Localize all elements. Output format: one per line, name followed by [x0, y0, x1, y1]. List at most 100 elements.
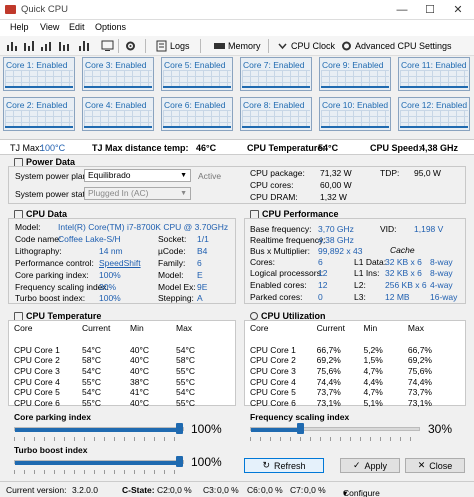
speedshift-link[interactable]: SpeedShift: [99, 258, 141, 268]
c3-value: 0,0 %: [217, 485, 239, 495]
column-header: Min: [363, 323, 378, 334]
c7-value: 0,0 %: [304, 485, 326, 495]
menu-help[interactable]: Help: [10, 22, 29, 32]
turbo-boost-slider[interactable]: [176, 456, 183, 467]
core-graph[interactable]: Core 1: Enabled: [3, 57, 75, 91]
core-label: Core 12: Enabled: [401, 100, 468, 110]
l1-ins-way: 8-way: [430, 268, 453, 278]
column-header: Max: [176, 323, 193, 334]
column-header: Max: [407, 323, 424, 334]
l1-ins-value: 32 KB x 6: [385, 268, 422, 278]
core-graph[interactable]: Core 11: Enabled: [398, 57, 470, 91]
utilization-table: Core Current Min Max CPU Core 1 66,7% 5,2%…: [250, 323, 432, 409]
memory-button[interactable]: Memory: [213, 39, 261, 53]
l1-data-way: 8-way: [430, 257, 453, 267]
frequency-scaling-slider[interactable]: [297, 423, 304, 434]
core-label: Core 8: Enabled: [243, 100, 305, 110]
turbo-boost-slider-label: Turbo boost index: [14, 445, 88, 455]
core-graph[interactable]: Core 5: Enabled: [161, 57, 233, 91]
apply-button[interactable]: ✓ Apply: [340, 458, 400, 473]
frequency-scaling-fill: [251, 428, 300, 432]
core-label: Core 10: Enabled: [322, 100, 389, 110]
memory-icon: [214, 43, 225, 49]
table-row[interactable]: CPU Core 4 55°C 38°C 55°C: [14, 376, 196, 387]
menu-edit[interactable]: Edit: [69, 22, 85, 32]
refresh-icon: ↻: [262, 460, 271, 470]
cpu-temperature-value: 54°C: [318, 143, 339, 153]
chart-icon-5[interactable]: [78, 39, 91, 53]
cores-label: Cores:: [250, 257, 276, 267]
gear-icon[interactable]: [124, 39, 137, 53]
core-graph[interactable]: Core 2: Enabled: [3, 97, 75, 131]
screen-icon[interactable]: [101, 39, 114, 53]
logs-button[interactable]: Logs: [155, 39, 190, 53]
core-label: Core 4: Enabled: [85, 100, 147, 110]
core-parking-ticks: [14, 437, 184, 441]
chart-icon-3[interactable]: [40, 39, 53, 53]
core-parking-fill: [15, 428, 179, 432]
core-graph[interactable]: Core 4: Enabled: [82, 97, 154, 131]
table-row[interactable]: CPU Core 3 54°C 40°C 55°C: [14, 366, 196, 377]
table-row[interactable]: CPU Core 5 54°C 41°C 54°C: [14, 387, 196, 398]
cpu-package-label: CPU package:: [250, 168, 305, 178]
vid-label: VID:: [380, 224, 397, 234]
core-parking-slider[interactable]: [176, 423, 183, 434]
chart-icon-4[interactable]: [58, 39, 71, 53]
power-plan-state: Active: [198, 171, 222, 181]
core-parking-slider-label: Core parking index: [14, 412, 91, 422]
advanced-cpu-settings-button[interactable]: Advanced CPU Settings: [340, 39, 452, 53]
c2-label: C2:: [157, 485, 171, 495]
table-row[interactable]: CPU Core 3 75,6% 4,7% 75,6%: [250, 366, 432, 377]
cpu-dram-value: 1,32 W: [320, 192, 347, 202]
l3-way: 16-way: [430, 292, 458, 302]
table-row[interactable]: CPU Core 1 66,7% 5,2% 66,7%: [250, 344, 432, 355]
core-graph[interactable]: Core 9: Enabled: [319, 57, 391, 91]
core-graph[interactable]: Core 6: Enabled: [161, 97, 233, 131]
close-button[interactable]: ✕ Close: [405, 458, 465, 473]
minimize-icon[interactable]: —: [388, 1, 416, 19]
core-graph[interactable]: Core 10: Enabled: [319, 97, 391, 131]
l2-way: 4-way: [430, 280, 453, 290]
table-row[interactable]: CPU Core 5 73,7% 4,7% 73,7%: [250, 387, 432, 398]
parked-cores-value: 0: [318, 292, 323, 302]
table-row[interactable]: CPU Core 6 55°C 40°C 55°C: [14, 398, 196, 409]
bus-multiplier-label: Bus x Multiplier:: [250, 246, 310, 256]
menu-options[interactable]: Options: [95, 22, 126, 32]
x-icon: ✕: [417, 460, 426, 470]
l2-value: 256 KB x 6: [385, 280, 427, 290]
performance-control-label: Performance control:: [15, 258, 94, 268]
settings-gear-icon: [342, 41, 351, 51]
vid-value: 1,198 V: [414, 224, 444, 234]
frequency-scaling-slider-label: Frequency scaling index: [250, 412, 350, 422]
table-row[interactable]: CPU Core 1 54°C 40°C 54°C: [14, 344, 196, 355]
chart-icon-1[interactable]: [6, 39, 19, 53]
l3-value: 12 MB: [385, 292, 410, 302]
chart-icon-2[interactable]: [23, 39, 36, 53]
core-label: Core 7: Enabled: [243, 60, 305, 70]
table-row[interactable]: CPU Core 4 74,4% 4,4% 74,4%: [250, 376, 432, 387]
model-number-label: Model:: [158, 270, 184, 280]
close-icon[interactable]: ✕: [444, 1, 472, 19]
version-value: 3.2.0.0: [72, 485, 98, 495]
chevron-down-icon: ▼: [180, 190, 187, 197]
core-graph[interactable]: Core 12: Enabled: [398, 97, 470, 131]
cores-value: 6: [318, 257, 323, 267]
l1-data-value: 32 KB x 6: [385, 257, 422, 267]
codename-label: Code name:: [15, 234, 62, 244]
refresh-button[interactable]: ↻ Refresh: [244, 458, 324, 473]
table-row[interactable]: CPU Core 2 58°C 40°C 58°C: [14, 355, 196, 366]
tj-max-value: 100°C: [40, 143, 66, 153]
c3-label: C3:: [203, 485, 217, 495]
table-row[interactable]: CPU Core 2 69,2% 1,5% 69,2%: [250, 355, 432, 366]
core-graph[interactable]: Core 8: Enabled: [240, 97, 312, 131]
model-ex-value: 9E: [197, 282, 208, 292]
cpu-clock-button[interactable]: CPU Clock: [276, 39, 335, 53]
power-plan-select[interactable]: Equilibrado ▼: [84, 169, 191, 182]
core-graph[interactable]: Core 3: Enabled: [82, 57, 154, 91]
core-graph[interactable]: Core 7: Enabled: [240, 57, 312, 91]
table-row[interactable]: CPU Core 6 73,1% 5,1% 73,1%: [250, 398, 432, 409]
tj-distance-value: 46°C: [196, 143, 217, 153]
cpu-speed-value: 4,38 GHz: [420, 143, 459, 153]
maximize-icon[interactable]: ☐: [416, 1, 444, 19]
menu-view[interactable]: View: [40, 22, 59, 32]
